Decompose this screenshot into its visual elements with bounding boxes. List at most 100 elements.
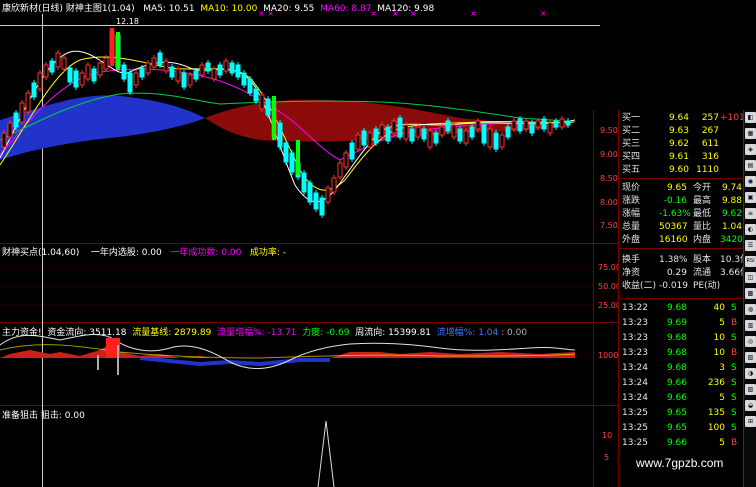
toolbar-button[interactable]: ▨ xyxy=(745,384,756,395)
candle xyxy=(13,112,19,128)
tick-price: 9.68 xyxy=(666,363,687,373)
stat-value: 9.88 xyxy=(721,196,742,206)
tick-volume: 100 xyxy=(707,423,725,433)
fund-label: 净资 xyxy=(622,268,641,278)
fund-flow-line xyxy=(0,334,576,370)
candle xyxy=(7,122,13,138)
stat-row: 总量 50367 量比 1.04 xyxy=(619,221,743,234)
bid-volume: 611 xyxy=(701,139,719,149)
bid-label: 买二 xyxy=(622,126,641,136)
tick-volume: 3 xyxy=(719,363,725,373)
candle xyxy=(151,57,157,68)
toolbar-button[interactable]: ▩ xyxy=(745,288,756,299)
signal-candle xyxy=(116,32,120,70)
tick-side: S xyxy=(731,378,737,388)
chart-frame xyxy=(0,110,618,487)
stat-label: 外盘 xyxy=(622,235,641,245)
tick-volume: 10 xyxy=(713,333,725,343)
toolbar-button[interactable]: ≡ xyxy=(745,208,756,219)
toolbar-button[interactable]: ◉ xyxy=(745,176,756,187)
candle xyxy=(97,62,103,76)
ind2-header: 主力资金! 资金流向: 3511.18 流量基线: 2879.89 流量增幅%:… xyxy=(2,325,527,338)
candle xyxy=(199,64,205,76)
candle xyxy=(325,187,331,203)
fund-value: 0.29 xyxy=(666,268,687,278)
tick-row: 13:25 9.65 100 S xyxy=(619,422,743,435)
tick-time: 13:25 xyxy=(622,408,648,418)
tick-side: S xyxy=(731,363,737,373)
toolbar-button[interactable]: ◎ xyxy=(745,336,756,347)
divider xyxy=(619,298,743,299)
toolbar-button[interactable]: ▧ xyxy=(745,352,756,363)
toolbar-rsi-button[interactable]: RSI xyxy=(745,256,756,267)
fund-value: 10.3亿 xyxy=(720,255,750,265)
tick-row: 13:22 9.68 40 S xyxy=(619,302,743,315)
candle xyxy=(559,118,565,128)
stat-row: 现价 9.65 今开 9.74 xyxy=(619,182,743,195)
toolbar-button[interactable]: ◒ xyxy=(745,400,756,411)
tick-row: 13:25 9.66 5 B xyxy=(619,437,743,450)
candle xyxy=(373,128,379,144)
candle xyxy=(277,122,283,148)
toolbar-button[interactable]: ☰ xyxy=(745,240,756,251)
ind1-header: 财神买点(1.04,60) 一年内选股: 0.00 一年成功数: 0.00 成功… xyxy=(2,245,286,258)
toolbar-button[interactable]: ◑ xyxy=(745,368,756,379)
toolbar-button[interactable]: ◐ xyxy=(745,224,756,235)
y-tick: 25.00 xyxy=(598,301,618,310)
toolbar-button[interactable]: ◧ xyxy=(745,112,756,123)
tick-price: 9.66 xyxy=(666,438,687,448)
toolbar-button[interactable]: ◫ xyxy=(745,272,756,283)
candle xyxy=(487,128,493,148)
stat-value: 34207 xyxy=(720,235,749,245)
signal-candle xyxy=(272,96,276,140)
stat-value: 16160 xyxy=(659,235,688,245)
y-axis-ind2: 10000 xyxy=(598,351,618,360)
bid-label: 买五 xyxy=(622,165,641,175)
candle xyxy=(517,118,523,132)
toolbar-button[interactable]: ▦ xyxy=(745,128,756,139)
tick-side: B xyxy=(731,348,738,358)
toolbar-button[interactable]: ◈ xyxy=(745,144,756,155)
candle xyxy=(379,124,385,138)
candle xyxy=(217,64,223,76)
candle xyxy=(55,52,61,68)
candle xyxy=(361,130,367,146)
ind1-label2: 一年成功数: 0.00 xyxy=(170,248,242,258)
candle xyxy=(307,182,313,203)
candle xyxy=(1,132,7,148)
toolbar-button[interactable]: ▥ xyxy=(745,320,756,331)
toolbar-button[interactable]: ▤ xyxy=(745,160,756,171)
tick-volume: 135 xyxy=(707,408,725,418)
candle xyxy=(121,64,127,80)
stat-value: -0.16 xyxy=(663,196,687,206)
bid-row: 买四 9.61 316 xyxy=(619,151,743,164)
tick-side: S xyxy=(731,408,737,418)
stat-row: 外盘 16160 内盘 34207 xyxy=(619,234,749,247)
tick-row: 13:25 9.65 135 S xyxy=(619,407,743,420)
chart-canvas[interactable]: × × × × × × × 12.18 9.50 9.00 8.50 8.00 7.50 … xyxy=(0,0,618,487)
y-tick: 10000 xyxy=(598,351,618,360)
toolbar-button[interactable]: ⊞ xyxy=(745,416,756,427)
tick-volume: 5 xyxy=(719,438,725,448)
toolbar-button[interactable]: ▣ xyxy=(745,192,756,203)
stat-label: 现价 xyxy=(622,183,641,193)
stat-value: 9.74 xyxy=(721,183,742,193)
candle xyxy=(553,120,559,128)
candle xyxy=(403,124,409,140)
tick-volume: 10 xyxy=(713,348,725,358)
candle xyxy=(67,67,73,83)
candle xyxy=(337,162,343,178)
candle xyxy=(283,142,289,163)
y-tick: 8.00 xyxy=(600,198,618,207)
candle xyxy=(535,120,541,128)
ma120-label: MA120: 9.98 xyxy=(377,4,435,14)
stat-value: 9.65 xyxy=(666,183,687,193)
tick-side: B xyxy=(731,438,738,448)
fund-flow-blue-area xyxy=(140,358,330,366)
candle xyxy=(193,70,199,80)
toolbar-button[interactable]: ◍ xyxy=(745,304,756,315)
candle xyxy=(181,72,187,88)
candle xyxy=(61,57,67,70)
svg-text:×: × xyxy=(540,9,547,18)
stat-value: 50367 xyxy=(659,222,688,232)
